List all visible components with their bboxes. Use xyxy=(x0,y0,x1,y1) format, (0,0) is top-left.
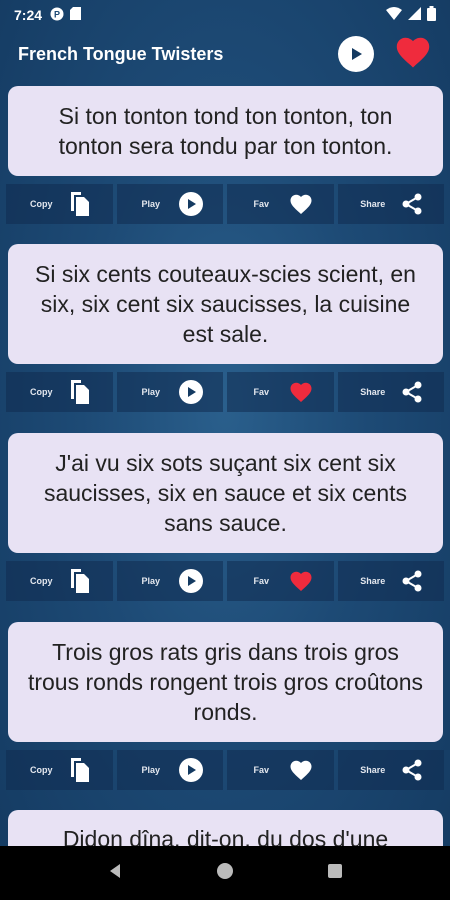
play-icon xyxy=(187,765,196,775)
sd-card-icon xyxy=(70,7,82,23)
heart-icon xyxy=(396,37,430,67)
twister-text: Trois gros rats gris dans trois gros tro… xyxy=(27,639,424,725)
battery-icon xyxy=(427,6,436,24)
fav-label: Fav xyxy=(253,199,269,209)
twister-card: Si six cents couteaux-scies scient, en s… xyxy=(8,244,443,364)
twister-card: J'ai vu six sots suçant six cent six sau… xyxy=(8,433,443,553)
play-icon xyxy=(187,199,196,209)
play-button[interactable]: Play xyxy=(116,561,223,601)
share-label: Share xyxy=(360,576,386,586)
twister-text: Si six cents couteaux-scies scient, en s… xyxy=(35,261,416,347)
system-nav-bar xyxy=(0,846,450,900)
copy-icon xyxy=(71,758,90,782)
share-label: Share xyxy=(360,765,386,775)
signal-icon xyxy=(408,7,421,23)
twister-card: Trois gros rats gris dans trois gros tro… xyxy=(8,622,443,742)
fav-button[interactable]: Fav xyxy=(227,184,334,224)
copy-label: Copy xyxy=(30,765,53,775)
copy-label: Copy xyxy=(30,387,53,397)
twister-actions: Copy Play Fav Share xyxy=(6,372,444,412)
fav-button[interactable]: Fav xyxy=(227,750,334,790)
twister-card: Si ton tonton tond ton tonton, ton tonto… xyxy=(8,86,443,176)
svg-text:P: P xyxy=(54,9,60,19)
play-icon xyxy=(187,576,196,586)
copy-icon xyxy=(71,569,90,593)
share-icon xyxy=(402,193,422,215)
fav-label: Fav xyxy=(253,576,269,586)
home-button[interactable] xyxy=(216,862,234,885)
wifi-icon xyxy=(386,7,402,23)
heart-filled-icon xyxy=(290,571,312,591)
twister-card: Didon dîna, dit-on, du dos d'une xyxy=(8,810,443,846)
copy-icon xyxy=(71,380,90,404)
share-button[interactable]: Share xyxy=(337,184,444,224)
play-label: Play xyxy=(141,199,160,209)
heart-filled-icon xyxy=(290,382,312,402)
app-title: French Tongue Twisters xyxy=(18,43,224,64)
copy-icon xyxy=(71,192,90,216)
play-icon xyxy=(187,387,196,397)
twister-text: Si ton tonton tond ton tonton, ton tonto… xyxy=(58,103,393,159)
copy-label: Copy xyxy=(30,576,53,586)
recents-button[interactable] xyxy=(326,862,344,885)
recents-icon xyxy=(328,863,342,878)
back-icon xyxy=(110,863,120,878)
play-button[interactable]: Play xyxy=(116,184,223,224)
heart-outline-icon xyxy=(290,760,312,780)
share-button[interactable]: Share xyxy=(337,750,444,790)
play-button[interactable]: Play xyxy=(116,372,223,412)
home-icon xyxy=(217,862,233,879)
play-label: Play xyxy=(141,576,160,586)
share-icon xyxy=(402,381,422,403)
play-button[interactable]: Play xyxy=(116,750,223,790)
play-label: Play xyxy=(141,387,160,397)
play-label: Play xyxy=(141,765,160,775)
share-icon xyxy=(402,759,422,781)
twister-text: Didon dîna, dit-on, du dos d'une xyxy=(62,826,389,846)
favorites-button[interactable] xyxy=(394,35,432,74)
share-button[interactable]: Share xyxy=(337,561,444,601)
copy-button[interactable]: Copy xyxy=(6,750,113,790)
copy-button[interactable]: Copy xyxy=(6,372,113,412)
status-bar: 7:24 P xyxy=(0,0,450,30)
status-time: 7:24 xyxy=(14,7,43,23)
copy-button[interactable]: Copy xyxy=(6,184,113,224)
copy-button[interactable]: Copy xyxy=(6,561,113,601)
back-button[interactable] xyxy=(106,862,124,885)
copy-label: Copy xyxy=(30,199,53,209)
fav-label: Fav xyxy=(253,765,269,775)
heart-outline-icon xyxy=(290,194,312,214)
notification-icon: P xyxy=(50,7,64,24)
fav-button[interactable]: Fav xyxy=(227,561,334,601)
fav-button[interactable]: Fav xyxy=(227,372,334,412)
twister-actions: Copy Play Fav Share xyxy=(6,750,444,790)
play-all-button[interactable] xyxy=(338,36,374,72)
share-icon xyxy=(402,570,422,592)
share-label: Share xyxy=(360,387,386,397)
twister-actions: Copy Play Fav Share xyxy=(6,184,444,224)
twister-actions: Copy Play Fav Share xyxy=(6,561,444,601)
twister-list[interactable]: Si ton tonton tond ton tonton, ton tonto… xyxy=(0,84,450,846)
fav-label: Fav xyxy=(253,387,269,397)
app-bar: French Tongue Twisters xyxy=(0,30,450,78)
share-button[interactable]: Share xyxy=(337,372,444,412)
play-icon xyxy=(352,48,362,60)
share-label: Share xyxy=(360,199,386,209)
twister-text: J'ai vu six sots suçant six cent six sau… xyxy=(43,450,408,536)
